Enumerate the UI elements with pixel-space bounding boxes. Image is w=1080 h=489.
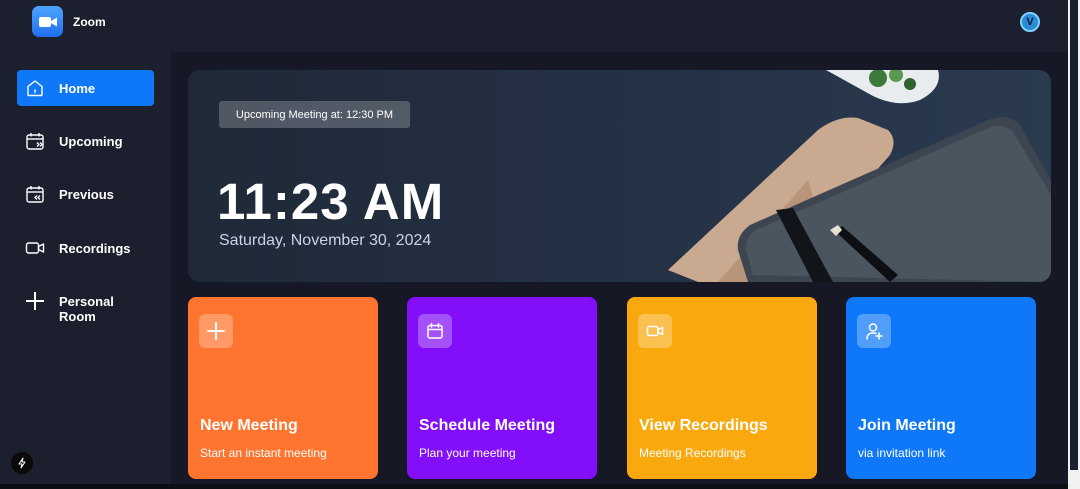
current-date: Saturday, November 30, 2024: [219, 232, 432, 249]
sidebar-item-label: Personal Room: [59, 294, 114, 324]
sidebar-item-label: Upcoming: [59, 134, 123, 149]
bottom-strip: [0, 484, 1068, 489]
sidebar-item-label: Previous: [59, 187, 114, 202]
hero-banner: Upcoming Meeting at: 12:30 PM 11:23 AM S…: [188, 70, 1051, 282]
app-name: Zoom: [73, 15, 106, 29]
plus-icon: [199, 314, 233, 348]
lightning-icon[interactable]: [11, 452, 33, 474]
upcoming-meeting-badge: Upcoming Meeting at: 12:30 PM: [219, 101, 410, 128]
vertical-scrollbar[interactable]: [1068, 0, 1080, 489]
card-subtitle: Plan your meeting: [419, 446, 516, 460]
sidebar-item-recordings[interactable]: Recordings: [17, 230, 154, 266]
sidebar-item-previous[interactable]: Previous: [17, 176, 154, 212]
card-title: Join Meeting: [858, 417, 956, 434]
card-title: New Meeting: [200, 417, 298, 434]
card-subtitle: via invitation link: [858, 446, 946, 460]
join-meeting-card[interactable]: Join Meeting via invitation link: [846, 297, 1036, 479]
zoom-logo[interactable]: [32, 6, 63, 37]
top-bar: Zoom V: [0, 0, 1068, 52]
desk-illustration: [668, 70, 1051, 282]
card-title: Schedule Meeting: [419, 417, 556, 434]
user-avatar[interactable]: V: [1020, 12, 1040, 32]
sidebar-item-personal-room[interactable]: Personal Room: [17, 283, 154, 324]
video-icon: [638, 314, 672, 348]
calendar-forward-icon: [25, 131, 45, 151]
sidebar-item-label: Recordings: [59, 241, 131, 256]
card-title: View Recordings: [639, 417, 768, 434]
video-camera-icon: [38, 16, 57, 27]
scrollbar-thumb[interactable]: [1070, 0, 1078, 470]
sidebar-item-upcoming[interactable]: Upcoming: [17, 123, 154, 159]
new-meeting-card[interactable]: New Meeting Start an instant meeting: [188, 297, 378, 479]
sidebar-item-label: Home: [59, 81, 96, 96]
plus-icon: [25, 291, 45, 311]
sidebar: [0, 52, 171, 484]
schedule-meeting-card[interactable]: Schedule Meeting Plan your meeting: [407, 297, 597, 479]
calendar-back-icon: [25, 184, 45, 204]
sidebar-item-home[interactable]: Home: [17, 70, 154, 106]
home-icon: [25, 78, 45, 98]
view-recordings-card[interactable]: View Recordings Meeting Recordings: [627, 297, 817, 479]
calendar-icon: [418, 314, 452, 348]
current-time: 11:23 AM: [217, 173, 445, 230]
video-icon: [25, 238, 45, 258]
card-subtitle: Meeting Recordings: [639, 446, 746, 460]
add-user-icon: [857, 314, 891, 348]
card-subtitle: Start an instant meeting: [200, 446, 327, 460]
